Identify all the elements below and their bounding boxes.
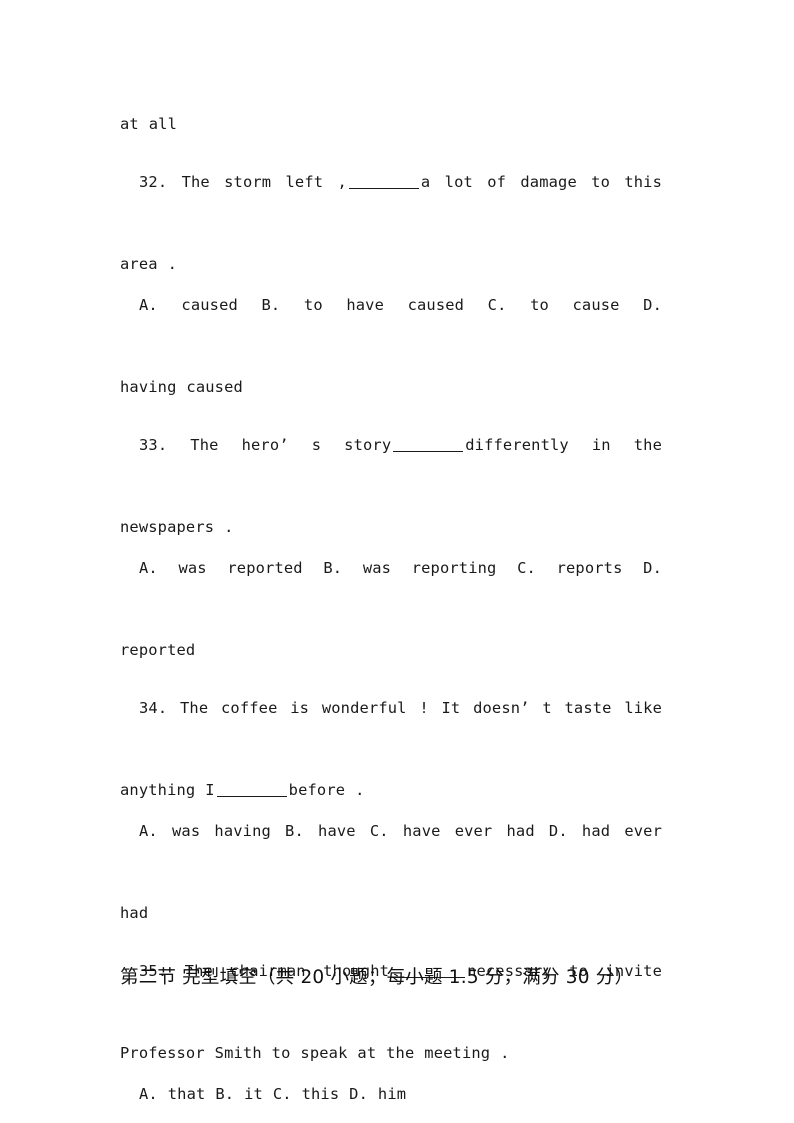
document-page: at all 32. The storm left , a lot of dama… bbox=[0, 0, 794, 1123]
question-33-stem-line2: newspapers . bbox=[120, 518, 234, 536]
question-34-blank[interactable] bbox=[216, 796, 287, 797]
question-34-stem: 34. The coffee is wonderful ! It doesn’ … bbox=[139, 699, 662, 717]
question-33-stem-part1: 33. The hero’ s story bbox=[139, 436, 392, 454]
question-33-stem: 33. The hero’ s story differently in the bbox=[120, 425, 662, 507]
continuation-block: at all bbox=[120, 104, 662, 145]
question-34-stem-line2: anything I before . bbox=[120, 770, 662, 811]
question-32-stem-line2: area . bbox=[120, 255, 177, 273]
question-33: 33. The hero’ s story differently in the … bbox=[120, 425, 662, 671]
question-32-options-line2[interactable]: having caused bbox=[120, 367, 662, 408]
continuation-line: at all bbox=[120, 115, 177, 133]
question-34-stem-line2-part2: before . bbox=[288, 781, 365, 799]
question-32: 32. The storm left , a lot of damage to t… bbox=[120, 162, 662, 408]
section-heading-cloze: 第二节 完型填空（共 20 小题；每小题 1.5 分，满分 30 分） bbox=[120, 967, 634, 988]
question-35-options-line1[interactable]: A. that B. it C. this D. him bbox=[120, 1074, 662, 1115]
question-32-stem-part1: 32. The storm left , bbox=[139, 173, 347, 191]
question-34-stem-line2-part1: anything I bbox=[120, 781, 215, 799]
question-32-blank[interactable] bbox=[348, 188, 419, 189]
question-33-options-line1[interactable]: A. was reported B. was reporting C. repo… bbox=[120, 548, 662, 630]
question-34-options-line2[interactable]: had bbox=[120, 893, 662, 934]
question-35-stem-line2: Professor Smith to speak at the meeting … bbox=[120, 1044, 510, 1062]
question-34: 34. The coffee is wonderful ! It doesn’ … bbox=[120, 688, 662, 934]
question-32-stem: 32. The storm left , a lot of damage to t… bbox=[120, 162, 662, 244]
question-33-options-line2[interactable]: reported bbox=[120, 630, 662, 671]
question-33-stem-part2: differently in the bbox=[465, 436, 662, 454]
question-32-options-line1[interactable]: A. caused B. to have caused C. to cause … bbox=[120, 285, 662, 367]
question-33-blank[interactable] bbox=[393, 451, 464, 452]
question-34-options-line1[interactable]: A. was having B. have C. have ever had D… bbox=[120, 811, 662, 893]
question-32-stem-part2: a lot of damage to this bbox=[420, 173, 662, 191]
